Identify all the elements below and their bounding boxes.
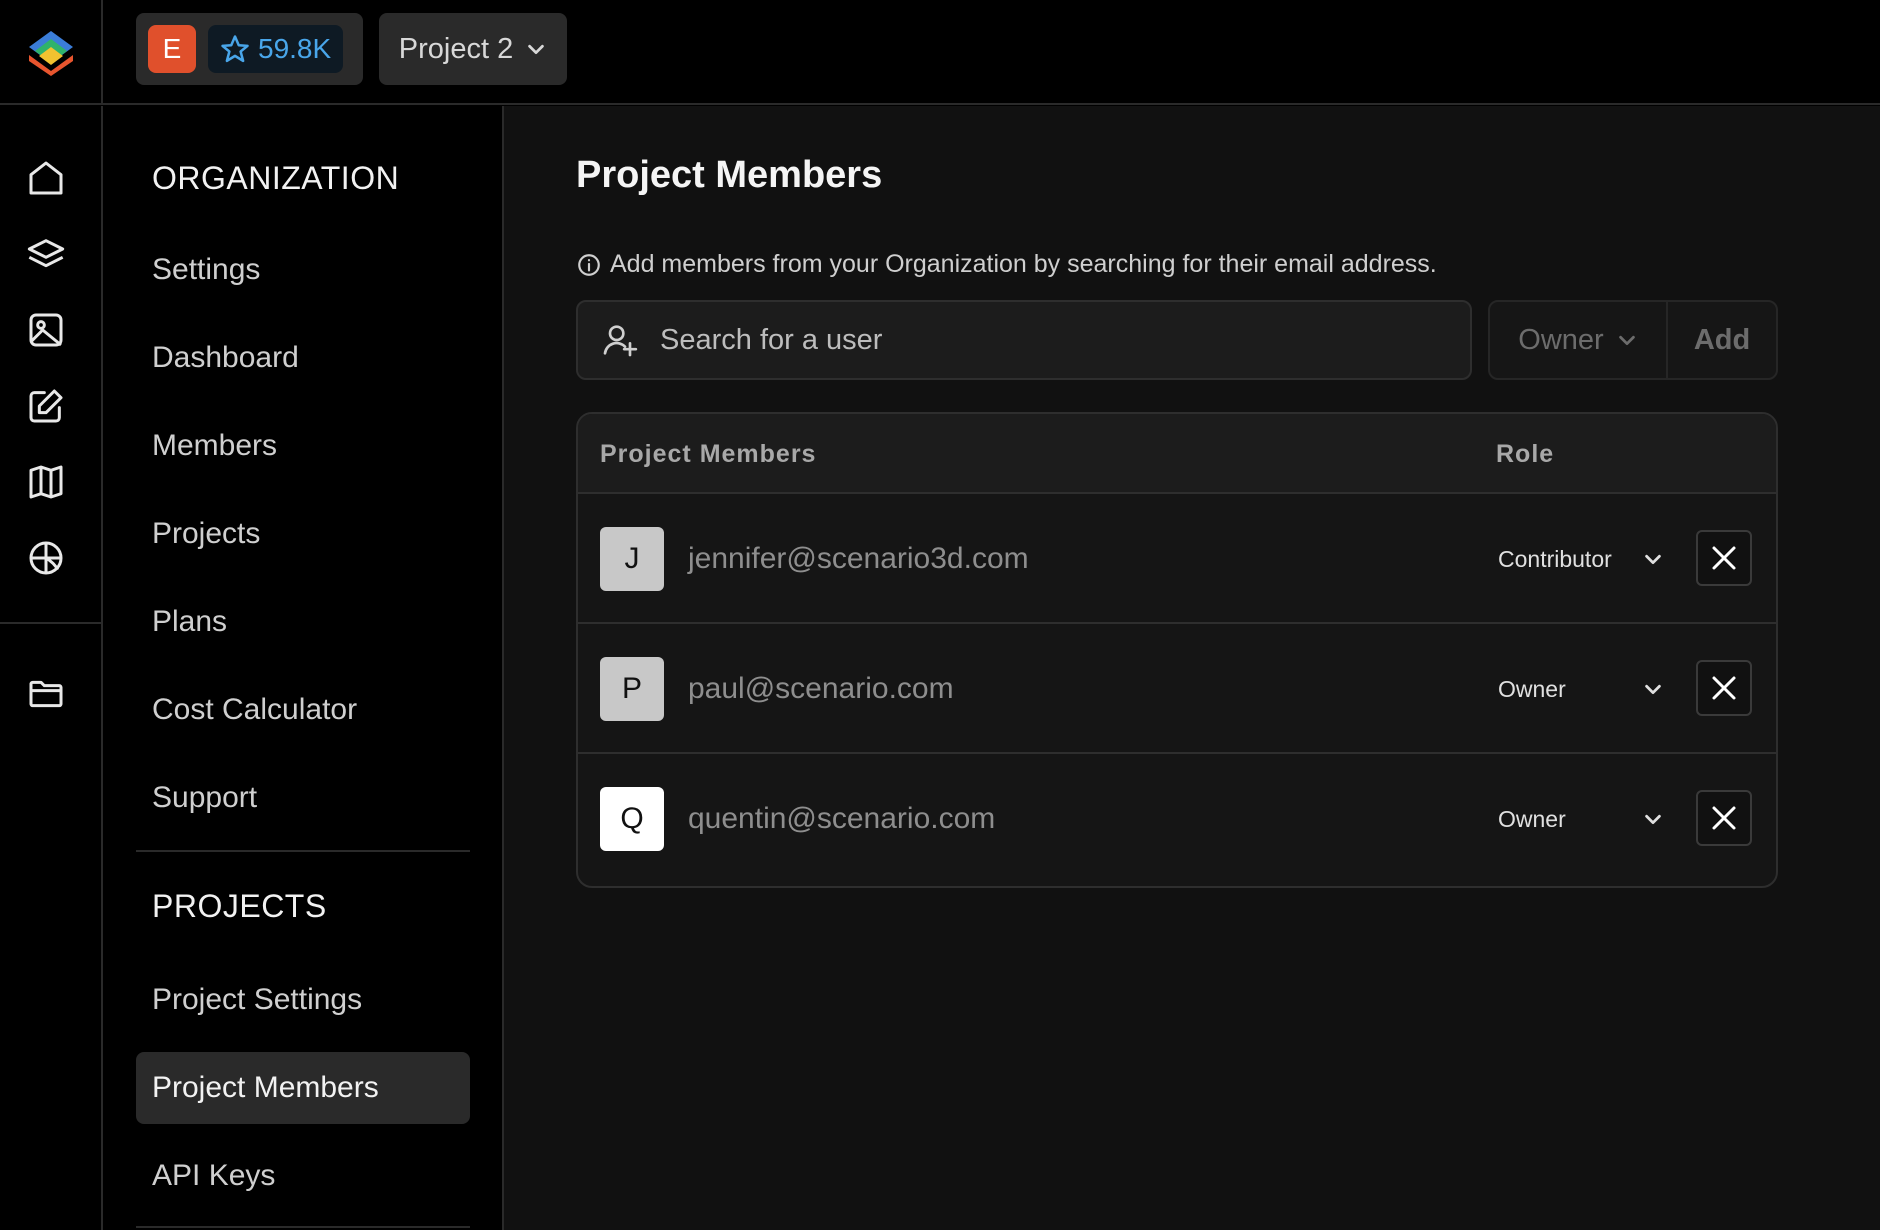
- close-icon: [1712, 806, 1736, 830]
- chevron-down-icon: [1645, 684, 1661, 695]
- sidebar-item-label: Projects: [152, 517, 261, 550]
- role-select-value: Owner: [1518, 323, 1604, 356]
- sidebar-item-label: Dashboard: [152, 341, 299, 374]
- project-name: Project 2: [398, 32, 514, 65]
- app-logo[interactable]: [0, 0, 103, 105]
- remove-member-button[interactable]: [1696, 660, 1752, 716]
- settings-sidebar: ORGANIZATION Settings Dashboard Members …: [104, 106, 504, 1230]
- add-user-icon: [603, 325, 638, 357]
- table-row: Q quentin@scenario.com Owner: [578, 754, 1776, 884]
- avatar: J: [600, 527, 664, 591]
- rail-divider: [0, 622, 101, 624]
- org-avatar: E: [148, 25, 196, 73]
- edit-icon[interactable]: [24, 384, 68, 428]
- sidebar-item-project-members[interactable]: Project Members: [136, 1052, 470, 1124]
- avatar: Q: [600, 787, 664, 851]
- sidebar-item-project-settings[interactable]: Project Settings: [136, 964, 470, 1036]
- canvas-icon[interactable]: [24, 460, 68, 504]
- sidebar-item-label: API Keys: [152, 1159, 276, 1192]
- remove-member-button[interactable]: [1696, 530, 1752, 586]
- avatar: P: [600, 657, 664, 721]
- role-add-group: Owner Add: [1488, 300, 1778, 380]
- member-role-select[interactable]: Owner: [1498, 754, 1664, 884]
- github-stars-badge[interactable]: 59.8K: [208, 25, 344, 73]
- sidebar-divider: [136, 850, 470, 852]
- column-header-members: Project Members: [600, 439, 817, 468]
- sidebar-item-plans[interactable]: Plans: [136, 586, 470, 658]
- chevron-down-icon: [1645, 554, 1661, 565]
- members-table: Project Members Role J jennifer@scenario…: [576, 412, 1778, 888]
- sidebar-item-members[interactable]: Members: [136, 410, 470, 482]
- member-email: jennifer@scenario3d.com: [688, 542, 1029, 575]
- sidebar-item-settings[interactable]: Settings: [136, 234, 470, 306]
- chevron-down-icon: [1645, 814, 1661, 825]
- chevron-down-icon: [528, 44, 545, 55]
- info-text: Add members from your Organization by se…: [610, 250, 1437, 278]
- star-count: 59.8K: [258, 33, 332, 64]
- project-switcher[interactable]: Project 2: [379, 13, 567, 85]
- member-email: paul@scenario.com: [688, 672, 954, 705]
- role-select[interactable]: Owner: [1490, 302, 1668, 378]
- member-role-value: Contributor: [1498, 545, 1612, 572]
- close-icon: [1712, 546, 1736, 570]
- sidebar-item-label: Project Settings: [152, 983, 363, 1016]
- user-search-box: [576, 300, 1472, 380]
- info-icon: [578, 253, 600, 276]
- image-icon[interactable]: [24, 308, 68, 352]
- table-row: P paul@scenario.com Owner: [578, 624, 1776, 754]
- member-role-value: Owner: [1498, 675, 1566, 702]
- chevron-down-icon: [1618, 335, 1635, 346]
- sidebar-item-label: Cost Calculator: [152, 693, 358, 726]
- sidebar-item-label: Project Members: [152, 1071, 379, 1104]
- main-content: Project Members Add members from your Or…: [504, 106, 1880, 1230]
- info-message: Add members from your Organization by se…: [576, 250, 1437, 279]
- icon-rail: [0, 106, 103, 1230]
- remove-member-button[interactable]: [1696, 790, 1752, 846]
- member-email: quentin@scenario.com: [688, 802, 996, 835]
- member-role-select[interactable]: Owner: [1498, 624, 1664, 754]
- sidebar-item-cost-calculator[interactable]: Cost Calculator: [136, 674, 470, 746]
- member-role-value: Owner: [1498, 805, 1566, 832]
- sidebar-item-label: Settings: [152, 253, 261, 286]
- add-member-button[interactable]: Add: [1668, 302, 1776, 378]
- sidebar-item-dashboard[interactable]: Dashboard: [136, 322, 470, 394]
- app-root: E 59.8K Project 2 ORGANIZATION Settings …: [0, 0, 1880, 1230]
- logo-icon: [28, 30, 73, 76]
- home-icon[interactable]: [24, 156, 68, 200]
- globe-icon[interactable]: [24, 536, 68, 580]
- layers-icon[interactable]: [24, 232, 68, 276]
- close-icon: [1712, 676, 1736, 700]
- sidebar-item-label: Support: [152, 781, 258, 814]
- sidebar-item-projects[interactable]: Projects: [136, 498, 470, 570]
- sidebar-item-label: Plans: [152, 605, 228, 638]
- page-title: Project Members: [576, 154, 883, 196]
- top-bar: E 59.8K Project 2: [0, 0, 1880, 105]
- sidebar-item-api-keys[interactable]: API Keys: [136, 1140, 470, 1212]
- section-title-projects: PROJECTS: [152, 888, 327, 924]
- sidebar-item-label: Members: [152, 429, 278, 462]
- table-header: Project Members Role: [578, 414, 1776, 494]
- section-title-organization: ORGANIZATION: [152, 160, 400, 196]
- column-header-role: Role: [1496, 439, 1555, 468]
- folder-icon[interactable]: [24, 672, 68, 716]
- organization-switcher[interactable]: E 59.8K: [136, 13, 363, 85]
- sidebar-item-support[interactable]: Support: [136, 762, 470, 834]
- member-role-select[interactable]: Contributor: [1498, 494, 1664, 624]
- table-row: J jennifer@scenario3d.com Contributor: [578, 494, 1776, 624]
- sidebar-divider: [136, 1226, 470, 1228]
- star-icon: [221, 35, 249, 63]
- search-input[interactable]: [660, 323, 1470, 357]
